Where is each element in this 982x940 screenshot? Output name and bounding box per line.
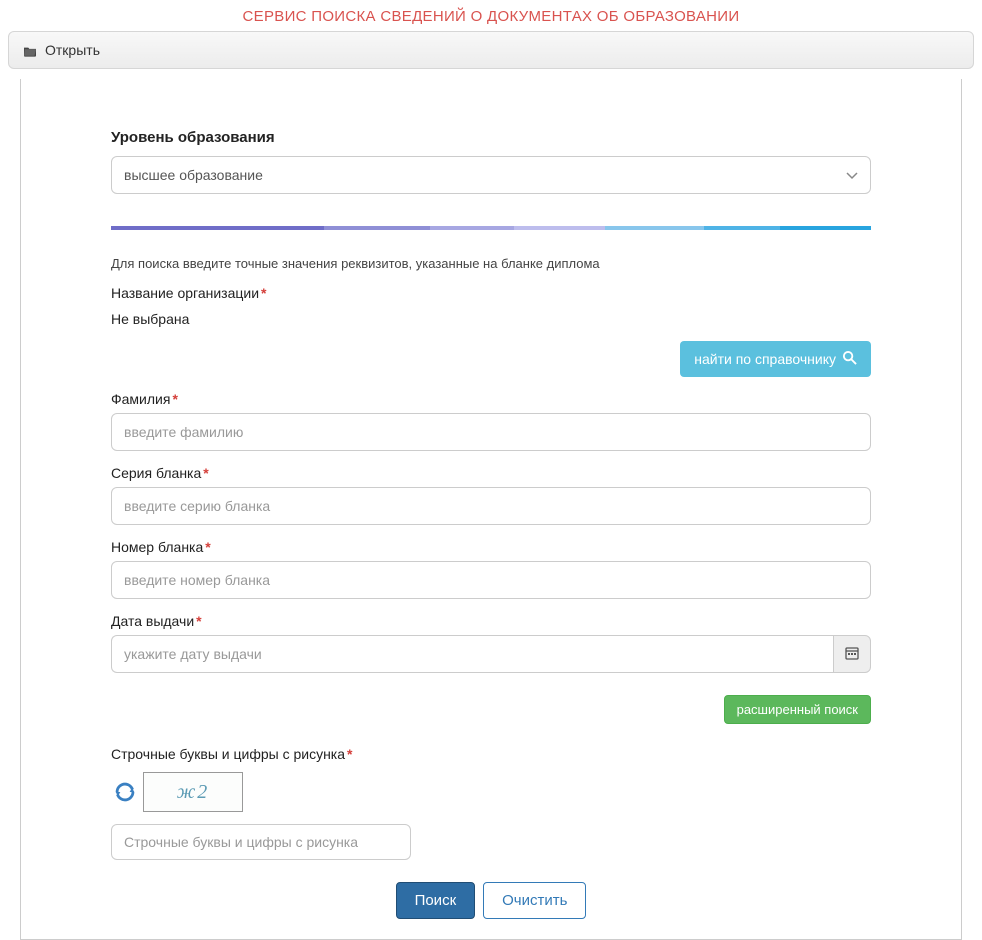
series-input[interactable] (111, 487, 871, 525)
open-row[interactable]: Открыть (23, 42, 959, 58)
required-mark: * (205, 539, 210, 555)
open-panel: Открыть (8, 31, 974, 69)
captcha-image: ж2 (143, 772, 243, 812)
search-button[interactable]: Поиск (396, 882, 476, 919)
search-icon (842, 350, 857, 368)
number-label: Номер бланка* (111, 539, 871, 555)
required-mark: * (172, 391, 177, 407)
lastname-label: Фамилия* (111, 391, 871, 407)
required-mark: * (203, 465, 208, 481)
required-mark: * (347, 746, 352, 762)
open-label: Открыть (45, 42, 100, 58)
calendar-icon (845, 646, 859, 663)
page-title: СЕРВИС ПОИСКА СВЕДЕНИЙ О ДОКУМЕНТАХ ОБ О… (0, 0, 982, 31)
find-in-directory-button[interactable]: найти по справочнику (680, 341, 871, 377)
lastname-input[interactable] (111, 413, 871, 451)
org-status: Не выбрана (111, 311, 871, 327)
calendar-button[interactable] (833, 635, 871, 673)
date-label: Дата выдачи* (111, 613, 871, 629)
org-label: Название организации* (111, 285, 871, 301)
education-level-value: высшее образование (124, 167, 263, 183)
captcha-label: Строчные буквы и цифры с рисунка* (111, 746, 871, 762)
education-level-label: Уровень образования (111, 129, 871, 146)
required-mark: * (261, 285, 266, 301)
form-hint: Для поиска введите точные значения рекви… (111, 256, 871, 271)
chevron-down-icon (846, 167, 858, 183)
search-form: Уровень образования высшее образование Д… (20, 79, 962, 940)
clear-button[interactable]: Очистить (483, 882, 586, 919)
advanced-search-button[interactable]: расширенный поиск (724, 695, 871, 724)
required-mark: * (196, 613, 201, 629)
number-input[interactable] (111, 561, 871, 599)
divider-gradient (111, 226, 871, 230)
date-input[interactable] (111, 635, 833, 673)
education-level-select[interactable]: высшее образование (111, 156, 871, 194)
series-label: Серия бланка* (111, 465, 871, 481)
find-in-directory-label: найти по справочнику (694, 351, 836, 367)
refresh-icon[interactable] (111, 778, 139, 806)
captcha-input[interactable] (111, 824, 411, 860)
folder-open-icon (23, 44, 37, 56)
